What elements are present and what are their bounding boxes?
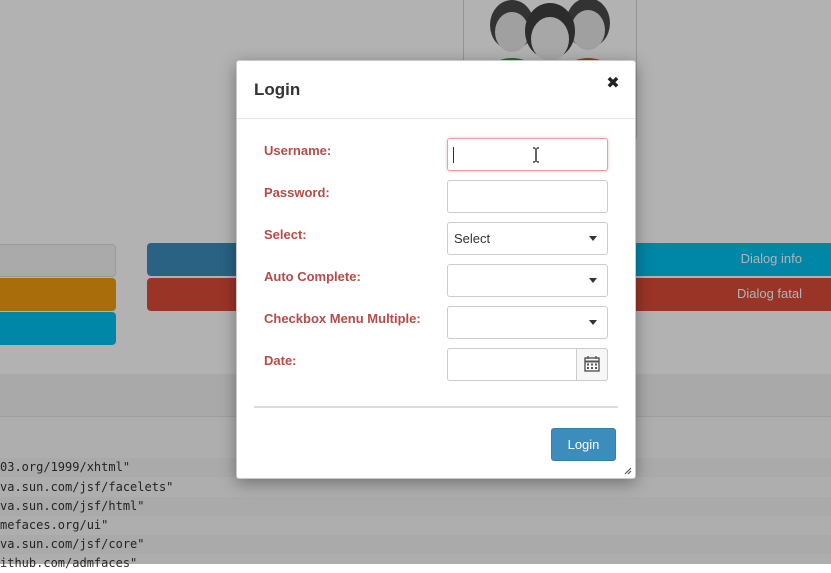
caret-down-icon[interactable] — [589, 278, 597, 283]
dialog-header[interactable]: Login ✖ — [237, 61, 635, 119]
login-dialog: Login ✖ Username: Password: Select: Sele… — [236, 60, 636, 479]
select-dropdown[interactable]: Select — [447, 222, 608, 255]
date-field[interactable] — [448, 349, 577, 380]
username-input[interactable] — [447, 138, 608, 171]
autocomplete-label: Auto Complete: — [264, 269, 361, 284]
caret-down-icon — [589, 236, 597, 241]
ibeam-cursor-icon — [533, 147, 539, 163]
text-caret — [453, 147, 454, 163]
password-input[interactable] — [447, 180, 608, 213]
close-icon[interactable]: ✖ — [605, 75, 621, 91]
username-label: Username: — [264, 143, 332, 158]
resize-handle-icon[interactable] — [624, 467, 632, 475]
dialog-title: Login — [254, 80, 301, 99]
select-label: Select: — [264, 227, 307, 242]
checkbox-menu-label: Checkbox Menu Multiple: — [264, 311, 421, 326]
calendar-button[interactable] — [576, 348, 608, 381]
checkbox-menu-dropdown[interactable] — [447, 306, 608, 339]
username-field[interactable] — [448, 139, 607, 170]
select-value: Select — [454, 231, 491, 246]
password-label: Password: — [264, 185, 330, 200]
login-button[interactable]: Login — [551, 428, 616, 461]
autocomplete-input[interactable] — [447, 264, 608, 297]
calendar-icon — [584, 356, 600, 372]
caret-down-icon — [589, 320, 597, 325]
dialog-divider — [254, 406, 618, 408]
date-label: Date: — [264, 353, 297, 368]
date-input[interactable] — [447, 348, 608, 381]
password-field[interactable] — [448, 181, 607, 212]
